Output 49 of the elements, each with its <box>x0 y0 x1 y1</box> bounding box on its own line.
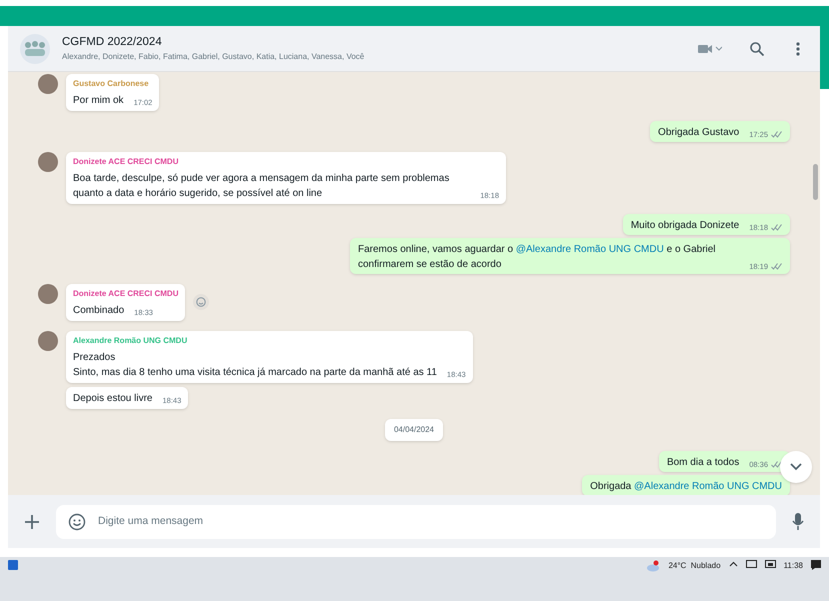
plus-icon[interactable] <box>24 514 40 530</box>
network-icon[interactable] <box>764 560 776 569</box>
app-side-bar <box>820 26 829 89</box>
avatar[interactable] <box>38 284 58 304</box>
message-text: Por mim ok <box>73 94 124 108</box>
message-text: Depois estou livre <box>73 392 152 406</box>
double-check-icon <box>771 262 782 270</box>
scrollbar-thumb <box>813 164 818 200</box>
chevron-down-icon <box>790 463 802 471</box>
message-text: Muito obrigada Donizete <box>630 219 740 233</box>
notification-icon[interactable] <box>811 560 821 570</box>
weather-text[interactable]: 24°C Nublado <box>668 560 721 572</box>
message-text: Faremos online, vamos aguardar o @Alexandre Romão UNG CMDU e o Gabriel confirmarem se estão de acordo <box>358 243 717 272</box>
mention-link[interactable]: @Alexandre Romão UNG CMDU <box>634 481 782 492</box>
tray-icon[interactable] <box>746 560 757 569</box>
smiley-icon <box>196 297 206 307</box>
mention-link[interactable]: @Alexandre Romão UNG CMDU <box>516 244 664 255</box>
sender-name[interactable]: Donizete ACE CRECI CMDU <box>73 156 499 168</box>
reaction-button[interactable] <box>193 294 210 310</box>
message-text: Obrigada Gustavo <box>658 126 740 140</box>
message-text: Prezados <box>73 351 116 365</box>
double-check-icon <box>771 130 782 138</box>
sender-name[interactable]: Donizete ACE CRECI CMDU <box>73 288 178 300</box>
emoji-icon[interactable] <box>68 512 86 530</box>
message-text: Boa tarde, desculpe, só pude ver agora a mensagem da minha parte sem problemas quanto a data e horário sugerido, se possível até on line <box>73 172 450 201</box>
scroll-down-button[interactable] <box>780 451 812 483</box>
sender-name[interactable]: Alexandre Romão UNG CMDU <box>73 335 466 347</box>
microphone-icon[interactable] <box>792 512 804 530</box>
message-text: Obrigada @Alexandre Romão UNG CMDU <box>590 480 782 494</box>
clock-text[interactable]: 11:38 <box>784 560 803 572</box>
member-list: Alexandre, Donizete, Fabio, Fatima, Gabriel, Gustavo, Katia, Luciana, Vanessa, Você <box>62 51 686 64</box>
message-text: Bom dia a todos <box>666 456 740 470</box>
message-text: Sinto, mas dia 8 tenho uma visita técnica já marcado na parte da manhã até as 11 <box>73 366 437 380</box>
sender-name[interactable]: Gustavo Carbonese <box>73 78 152 90</box>
avatar[interactable] <box>38 331 58 351</box>
weather-icon[interactable] <box>646 560 660 572</box>
message-input[interactable]: Digite uma mensagem <box>56 504 776 538</box>
search-icon[interactable] <box>750 42 764 56</box>
message-text: Combinado <box>73 304 124 318</box>
video-call-icon[interactable] <box>698 42 722 54</box>
avatar[interactable] <box>38 74 58 94</box>
double-check-icon <box>771 460 782 468</box>
menu-icon[interactable] <box>796 42 800 56</box>
date-label: 04/04/2024 <box>384 419 444 441</box>
message-field[interactable]: Digite uma mensagem <box>98 514 764 530</box>
double-check-icon <box>771 224 782 231</box>
chat-title[interactable]: CGFMD 2022/2024 <box>62 34 686 52</box>
avatar[interactable] <box>38 152 58 172</box>
chevron-up-icon[interactable] <box>728 560 738 569</box>
